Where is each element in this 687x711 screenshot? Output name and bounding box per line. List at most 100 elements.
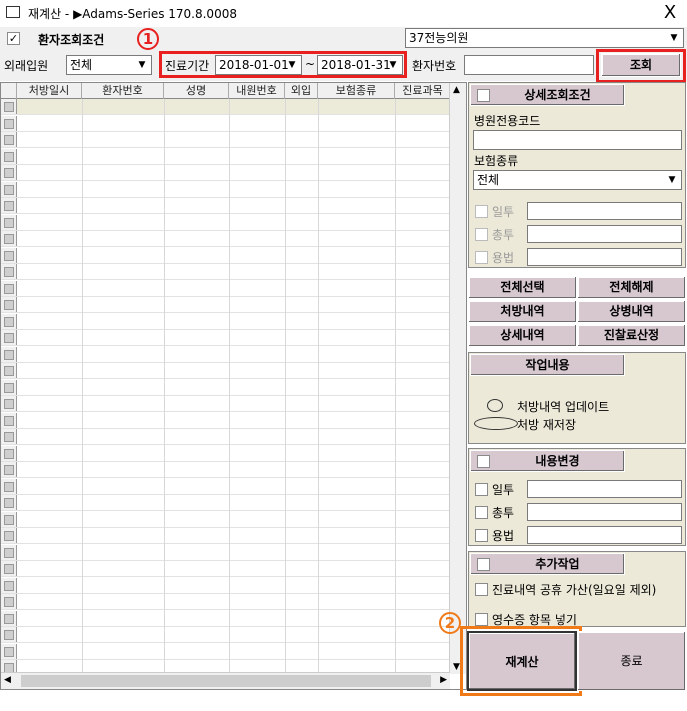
table-row[interactable]: [1, 561, 450, 577]
col-header[interactable]: 성명: [164, 83, 229, 99]
row-selector[interactable]: [1, 132, 17, 147]
insurance-select[interactable]: 전체 ▼: [473, 170, 682, 190]
receipt-checkbox[interactable]: [475, 613, 488, 626]
change-usage-input[interactable]: [527, 526, 682, 544]
row-selector[interactable]: [1, 363, 17, 378]
table-row[interactable]: [1, 594, 450, 610]
scroll-left-icon[interactable]: ◀: [4, 675, 11, 685]
row-selector[interactable]: [1, 610, 17, 626]
row-selector[interactable]: [1, 99, 17, 114]
table-row[interactable]: [1, 346, 450, 363]
scroll-thumb[interactable]: [21, 675, 431, 687]
change-total-input[interactable]: [527, 503, 682, 521]
row-selector[interactable]: [1, 478, 17, 494]
change-daily-input[interactable]: [527, 480, 682, 498]
doctor-select[interactable]: 37전능의원 ▼: [405, 28, 684, 48]
table-row[interactable]: [1, 313, 450, 330]
usage-input[interactable]: [527, 248, 682, 266]
visit-type-select[interactable]: 전체 ▼: [66, 55, 152, 75]
row-selector[interactable]: [1, 247, 17, 263]
row-selector[interactable]: [1, 643, 17, 659]
row-selector[interactable]: [1, 528, 17, 543]
table-row[interactable]: [1, 511, 450, 528]
row-selector[interactable]: [1, 330, 17, 345]
col-header[interactable]: 내원번호: [229, 83, 285, 99]
table-row[interactable]: [1, 231, 450, 247]
table-row[interactable]: [1, 544, 450, 561]
usage-checkbox[interactable]: [475, 251, 488, 264]
row-selector[interactable]: [1, 264, 17, 279]
change-checkbox[interactable]: [477, 455, 490, 468]
date-from-field[interactable]: 2018-01-01 ▼: [215, 55, 302, 75]
date-to-field[interactable]: 2018-01-31 ▼: [317, 55, 403, 75]
table-row[interactable]: [1, 495, 450, 511]
prescriptions-button[interactable]: 처방내역: [468, 300, 577, 323]
row-selector[interactable]: [1, 214, 17, 230]
change-daily-checkbox[interactable]: [475, 483, 488, 496]
table-row[interactable]: [1, 247, 450, 264]
deselect-all-button[interactable]: 전체해제: [577, 276, 686, 299]
table-row[interactable]: [1, 445, 450, 462]
row-selector[interactable]: [1, 396, 17, 411]
search-button[interactable]: 조회: [601, 53, 681, 77]
table-row[interactable]: [1, 148, 450, 165]
row-selector[interactable]: [1, 412, 17, 428]
col-header[interactable]: 진료과목: [395, 83, 450, 99]
radio-update[interactable]: [487, 399, 503, 412]
table-row[interactable]: [1, 396, 450, 412]
table-row[interactable]: [1, 280, 450, 297]
row-selector[interactable]: [1, 346, 17, 362]
table-row[interactable]: [1, 297, 450, 313]
row-selector[interactable]: [1, 297, 17, 312]
row-selector[interactable]: [1, 445, 17, 461]
scroll-down-icon[interactable]: ▼: [453, 662, 460, 672]
radio-resave[interactable]: [474, 417, 518, 430]
row-selector[interactable]: [1, 511, 17, 527]
change-total-checkbox[interactable]: [475, 506, 488, 519]
daily-checkbox[interactable]: [475, 205, 488, 218]
horizontal-scrollbar[interactable]: ◀ ▶: [1, 672, 450, 689]
table-row[interactable]: [1, 528, 450, 544]
table-row[interactable]: [1, 198, 450, 214]
recalc-button[interactable]: 재계산: [467, 631, 577, 691]
fee-calc-button[interactable]: 진찰료산정: [577, 324, 686, 347]
table-row[interactable]: [1, 627, 450, 643]
vertical-scrollbar[interactable]: ▲ ▼: [449, 83, 466, 674]
change-usage-checkbox[interactable]: [475, 529, 488, 542]
table-row[interactable]: [1, 577, 450, 594]
row-selector[interactable]: [1, 115, 17, 131]
details-button[interactable]: 상세내역: [468, 324, 577, 347]
table-row[interactable]: [1, 214, 450, 231]
select-all-button[interactable]: 전체선택: [468, 276, 577, 299]
col-header[interactable]: 환자번호: [82, 83, 164, 99]
row-selector[interactable]: [1, 627, 17, 642]
total-checkbox[interactable]: [475, 228, 488, 241]
row-selector[interactable]: [1, 495, 17, 510]
table-row[interactable]: [1, 478, 450, 495]
row-selector[interactable]: [1, 280, 17, 296]
table-row[interactable]: [1, 264, 450, 280]
row-selector[interactable]: [1, 313, 17, 329]
scroll-up-icon[interactable]: ▲: [453, 85, 460, 95]
patient-condition-checkbox[interactable]: ✓: [7, 32, 20, 45]
table-row[interactable]: [1, 643, 450, 660]
daily-input[interactable]: [527, 202, 682, 220]
row-selector[interactable]: [1, 462, 17, 477]
row-selector[interactable]: [1, 594, 17, 609]
extra-checkbox[interactable]: [477, 558, 490, 571]
holiday-checkbox[interactable]: [475, 583, 488, 596]
row-selector[interactable]: [1, 165, 17, 180]
table-row[interactable]: [1, 132, 450, 148]
table-row[interactable]: [1, 330, 450, 346]
table-row[interactable]: [1, 610, 450, 627]
detail-checkbox[interactable]: [477, 89, 490, 102]
col-header[interactable]: 처방일시: [17, 83, 82, 99]
table-row[interactable]: [1, 99, 450, 115]
row-selector[interactable]: [1, 561, 17, 576]
total-input[interactable]: [527, 225, 682, 243]
row-selector[interactable]: [1, 429, 17, 444]
hospital-code-input[interactable]: [473, 130, 682, 150]
table-row[interactable]: [1, 462, 450, 478]
close-icon[interactable]: X: [656, 1, 684, 25]
row-selector[interactable]: [1, 577, 17, 593]
